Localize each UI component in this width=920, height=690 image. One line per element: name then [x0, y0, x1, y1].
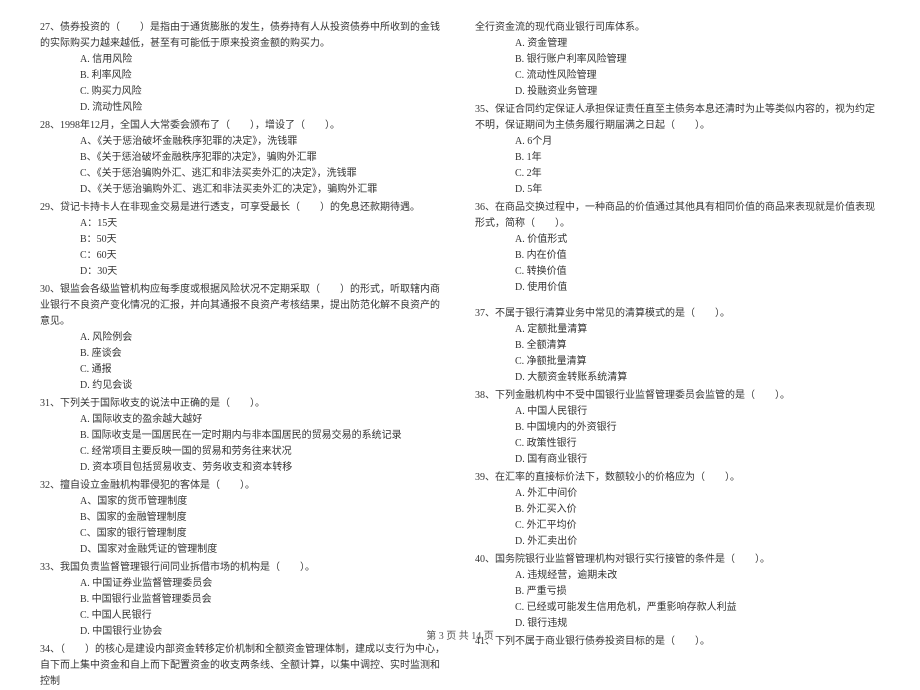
spacer: [475, 298, 880, 306]
option-b: B、《关于惩治破坏金融秩序犯罪的决定》，骗购外汇罪: [40, 150, 445, 166]
question-38: 38、下列金融机构中不受中国银行业监督管理委员会监管的是（ ）。 A. 中国人民…: [475, 388, 880, 468]
question-text: 35、保证合同约定保证人承担保证责任直至主债务本息还清时为止等类似内容的，视为约…: [475, 102, 880, 134]
option-a: A. 定额批量清算: [475, 322, 880, 338]
option-d: D. 投融资业务管理: [475, 84, 880, 100]
option-b: B. 银行账户利率风险管理: [475, 52, 880, 68]
question-text: 33、我国负责监督管理银行间同业拆借市场的机构是（ ）。: [40, 560, 445, 576]
option-d: D. 使用价值: [475, 280, 880, 296]
option-c: C. 外汇平均价: [475, 518, 880, 534]
option-d: D. 资本项目包括贸易收支、劳务收支和资本转移: [40, 460, 445, 476]
question-text: 36、在商品交换过程中，一种商品的价值通过其他具有相同价值的商品来表现就是价值表…: [475, 200, 880, 232]
question-29: 29、贷记卡持卡人在非现金交易是进行透支，可享受最长（ ）的免息还款期待遇。 A…: [40, 200, 445, 280]
question-30: 30、银监会各级监管机构应每季度或根据风险状况不定期采取（ ）的形式，听取辖内商…: [40, 282, 445, 394]
option-a: A：15天: [40, 216, 445, 232]
question-31: 31、下列关于国际收支的说法中正确的是（ ）。 A. 国际收支的盈余越大越好 B…: [40, 396, 445, 476]
option-c: C：60天: [40, 248, 445, 264]
question-36: 36、在商品交换过程中，一种商品的价值通过其他具有相同价值的商品来表现就是价值表…: [475, 200, 880, 296]
question-continuation: 全行资金流的现代商业银行司库体系。: [475, 20, 880, 36]
question-text: 34、（ ）的核心是建设内部资金转移定价机制和全额资金管理体制，建成以支行为中心…: [40, 642, 445, 690]
question-text: 40、国务院银行业监督管理机构对银行实行接管的条件是（ ）。: [475, 552, 880, 568]
option-c: C. 转换价值: [475, 264, 880, 280]
option-a: A. 中国人民银行: [475, 404, 880, 420]
option-a: A. 6个月: [475, 134, 880, 150]
option-b: B. 1年: [475, 150, 880, 166]
option-c: C. 通报: [40, 362, 445, 378]
question-28: 28、1998年12月，全国人大常委会颁布了（ ），增设了（ ）。 A、《关于惩…: [40, 118, 445, 198]
option-d: D、国家对金融凭证的管理制度: [40, 542, 445, 558]
option-d: D. 5年: [475, 182, 880, 198]
option-b: B. 全额清算: [475, 338, 880, 354]
option-c: C. 流动性风险管理: [475, 68, 880, 84]
option-c: C. 2年: [475, 166, 880, 182]
question-text: 37、不属于银行清算业务中常见的清算模式的是（ ）。: [475, 306, 880, 322]
left-column: 27、债券投资的（ ）是指由于通货膨胀的发生，债券持有人从投资债券中所收到的金钱…: [40, 20, 445, 610]
option-a: A. 资金管理: [475, 36, 880, 52]
question-text: 28、1998年12月，全国人大常委会颁布了（ ），增设了（ ）。: [40, 118, 445, 134]
option-b: B. 内在价值: [475, 248, 880, 264]
question-34: 34、（ ）的核心是建设内部资金转移定价机制和全额资金管理体制，建成以支行为中心…: [40, 642, 445, 690]
option-c: C. 经常项目主要反映一国的贸易和劳务往来状况: [40, 444, 445, 460]
question-34-cont: 全行资金流的现代商业银行司库体系。 A. 资金管理 B. 银行账户利率风险管理 …: [475, 20, 880, 100]
option-b: B. 国际收支是一国居民在一定时期内与非本国居民的贸易交易的系统记录: [40, 428, 445, 444]
question-text: 31、下列关于国际收支的说法中正确的是（ ）。: [40, 396, 445, 412]
question-text: 39、在汇率的直接标价法下，数额较小的价格应为（ ）。: [475, 470, 880, 486]
option-b: B. 中国境内的外资银行: [475, 420, 880, 436]
option-c: C、国家的银行管理制度: [40, 526, 445, 542]
option-d: D、《关于惩治骗购外汇、逃汇和非法买卖外汇的决定》，骗购外汇罪: [40, 182, 445, 198]
question-37: 37、不属于银行清算业务中常见的清算模式的是（ ）。 A. 定额批量清算 B. …: [475, 306, 880, 386]
question-35: 35、保证合同约定保证人承担保证责任直至主债务本息还清时为止等类似内容的，视为约…: [475, 102, 880, 198]
option-a: A、国家的货币管理制度: [40, 494, 445, 510]
option-c: C、《关于惩治骗购外汇、逃汇和非法买卖外汇的决定》，洗钱罪: [40, 166, 445, 182]
option-c: C. 中国人民银行: [40, 608, 445, 624]
option-a: A. 风险例会: [40, 330, 445, 346]
option-a: A. 价值形式: [475, 232, 880, 248]
option-b: B：50天: [40, 232, 445, 248]
option-b: B. 外汇买入价: [475, 502, 880, 518]
question-39: 39、在汇率的直接标价法下，数额较小的价格应为（ ）。 A. 外汇中间价 B. …: [475, 470, 880, 550]
question-32: 32、擅自设立金融机构罪侵犯的客体是（ ）。 A、国家的货币管理制度 B、国家的…: [40, 478, 445, 558]
option-c: C. 已经或可能发生信用危机，严重影响存款人利益: [475, 600, 880, 616]
question-text: 27、债券投资的（ ）是指由于通货膨胀的发生，债券持有人从投资债券中所收到的金钱…: [40, 20, 445, 52]
option-d: D. 大额资金转账系统清算: [475, 370, 880, 386]
option-a: A. 外汇中间价: [475, 486, 880, 502]
option-b: B. 严重亏损: [475, 584, 880, 600]
option-a: A. 国际收支的盈余越大越好: [40, 412, 445, 428]
option-d: D. 外汇卖出价: [475, 534, 880, 550]
question-text: 30、银监会各级监管机构应每季度或根据风险状况不定期采取（ ）的形式，听取辖内商…: [40, 282, 445, 330]
option-a: A. 违规经营，逾期未改: [475, 568, 880, 584]
option-b: B. 中国银行业监督管理委员会: [40, 592, 445, 608]
option-d: D. 约见会谈: [40, 378, 445, 394]
option-d: D. 国有商业银行: [475, 452, 880, 468]
option-b: B、国家的金融管理制度: [40, 510, 445, 526]
question-40: 40、国务院银行业监督管理机构对银行实行接管的条件是（ ）。 A. 违规经营，逾…: [475, 552, 880, 632]
content-columns: 27、债券投资的（ ）是指由于通货膨胀的发生，债券持有人从投资债券中所收到的金钱…: [40, 20, 880, 610]
option-a: A. 信用风险: [40, 52, 445, 68]
question-27: 27、债券投资的（ ）是指由于通货膨胀的发生，债券持有人从投资债券中所收到的金钱…: [40, 20, 445, 116]
option-d: D：30天: [40, 264, 445, 280]
option-a: A、《关于惩治破坏金融秩序犯罪的决定》，洗钱罪: [40, 134, 445, 150]
option-b: B. 座谈会: [40, 346, 445, 362]
option-c: C. 政策性银行: [475, 436, 880, 452]
page-footer: 第 3 页 共 14 页: [0, 627, 920, 642]
option-b: B. 利率风险: [40, 68, 445, 84]
question-text: 38、下列金融机构中不受中国银行业监督管理委员会监管的是（ ）。: [475, 388, 880, 404]
option-c: C. 净额批量清算: [475, 354, 880, 370]
question-text: 32、擅自设立金融机构罪侵犯的客体是（ ）。: [40, 478, 445, 494]
question-text: 29、贷记卡持卡人在非现金交易是进行透支，可享受最长（ ）的免息还款期待遇。: [40, 200, 445, 216]
option-a: A. 中国证券业监督管理委员会: [40, 576, 445, 592]
right-column: 全行资金流的现代商业银行司库体系。 A. 资金管理 B. 银行账户利率风险管理 …: [475, 20, 880, 610]
option-d: D. 流动性风险: [40, 100, 445, 116]
option-c: C. 购买力风险: [40, 84, 445, 100]
